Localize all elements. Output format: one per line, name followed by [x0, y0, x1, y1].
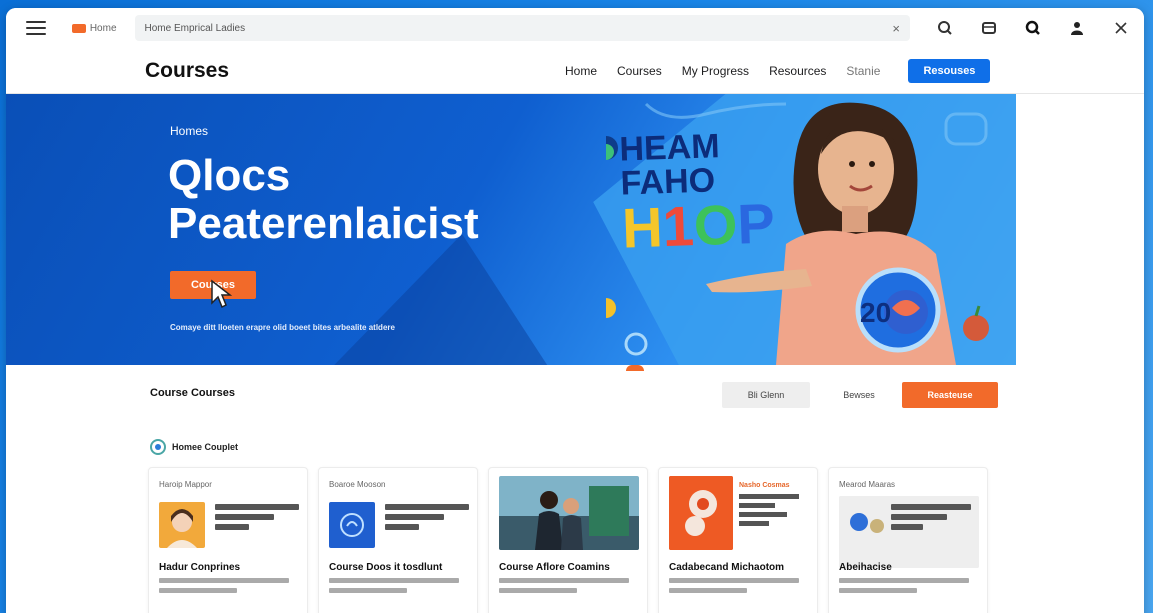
course-category-icon — [150, 439, 166, 455]
card-thumbnail — [499, 476, 639, 550]
subheading: Homee Couplet — [150, 439, 238, 455]
card-category: Mearod Maaras — [839, 480, 896, 489]
card-category: Boaroe Mooson — [329, 480, 386, 489]
profile-icon[interactable] — [1066, 17, 1088, 39]
tab-favicon-icon — [71, 23, 86, 33]
apple-icon — [963, 305, 989, 341]
card-title: Course Aflore Coamins — [499, 562, 610, 573]
card-meta — [499, 578, 629, 598]
hero-tagline: Comaye ditt lloeten erapre olid boeet bi… — [170, 323, 395, 332]
nav-home[interactable]: Home — [565, 64, 597, 78]
search-icon[interactable] — [934, 17, 956, 39]
address-bar[interactable]: Home Emprical Ladies × — [134, 15, 910, 41]
nav-courses[interactable]: Courses — [617, 64, 662, 78]
mouse-pointer-icon — [211, 279, 233, 309]
subheading-label: Homee Couplet — [172, 442, 239, 452]
hero-title: Qlocs Peaterenlaicist — [168, 152, 479, 248]
card-title: Hadur Conprines — [159, 562, 241, 573]
decor-tab-indicator — [626, 365, 644, 371]
clear-address-icon[interactable]: × — [892, 21, 900, 36]
course-card[interactable]: Haroip Mappor Hadur Conprines — [148, 467, 308, 613]
card-thumbnail — [329, 502, 375, 548]
address-text: Home Emprical Ladies — [144, 22, 246, 34]
card-meta — [839, 578, 969, 598]
card-text-lines — [215, 504, 299, 534]
course-card[interactable]: Boaroe Mooson Course Doos it tosdlunt — [318, 467, 478, 613]
course-card[interactable]: Mearod Maaras Abeihacise — [828, 467, 988, 613]
nav-resources[interactable]: Resources — [769, 64, 826, 78]
resources-button[interactable]: Resouses — [908, 58, 991, 83]
card-text-lines — [891, 504, 971, 534]
courses-section: Course Courses Bli Glenn Bewses Reasteus… — [134, 365, 1016, 613]
menu-icon[interactable] — [26, 21, 46, 35]
browser-window: Home Home Emprical Ladies × Courses Home… — [6, 8, 1144, 613]
hero-title-line2: Peaterenlaicist — [168, 199, 479, 248]
card-title: Cadabecand Michaotom — [669, 562, 785, 573]
section-title: Course Courses — [150, 387, 235, 399]
filter-tab-1[interactable]: Bli Glenn — [722, 382, 810, 408]
hero-badge-icon: 20 — [855, 267, 941, 353]
nav-stanie[interactable]: Stanie — [846, 64, 880, 78]
card-thumbnail — [159, 502, 205, 548]
course-card[interactable]: Nasho Cosmas Cadabecand Michaotom — [658, 467, 818, 613]
filter-tab-3[interactable]: Reasteuse — [902, 382, 998, 408]
card-title: Course Doos it tosdlunt — [329, 562, 443, 573]
card-text-lines — [385, 504, 469, 534]
svg-text:20: 20 — [860, 297, 891, 328]
card-text-lines — [739, 494, 799, 526]
hero-banner: Homes Qlocs Peaterenlaicist Courses Coma… — [6, 94, 1016, 365]
browser-tab[interactable]: Home — [71, 22, 117, 34]
card-title: Abeihacise — [839, 562, 892, 573]
card-meta — [329, 578, 459, 598]
course-cards: Haroip Mappor Hadur Conprines Boaroe Moo… — [148, 467, 988, 613]
close-icon[interactable] — [1110, 17, 1132, 39]
card-meta — [159, 578, 289, 598]
card-thumbnail — [669, 476, 733, 550]
card-category: Haroip Mappor — [159, 480, 212, 489]
tab-label: Home — [89, 22, 117, 34]
browser-toolbar: Home Home Emprical Ladies × — [6, 8, 1144, 48]
site-title: Courses — [145, 58, 230, 82]
hero-breadcrumb[interactable]: Homes — [170, 124, 208, 138]
hero-title-line1: Qlocs — [168, 151, 291, 200]
card-meta — [669, 578, 799, 598]
nav-links: Home Courses My Progress Resources Stani… — [565, 64, 880, 78]
course-card[interactable]: Course Aflore Coamins — [488, 467, 648, 613]
tabs-icon[interactable] — [978, 17, 1000, 39]
filter-tab-2[interactable]: Bewses — [816, 382, 902, 408]
card-category: Nasho Cosmas — [739, 482, 790, 489]
nav-my-progress[interactable]: My Progress — [682, 64, 749, 78]
site-navbar: Courses Home Courses My Progress Resourc… — [6, 48, 1144, 94]
zoom-icon[interactable] — [1022, 17, 1044, 39]
